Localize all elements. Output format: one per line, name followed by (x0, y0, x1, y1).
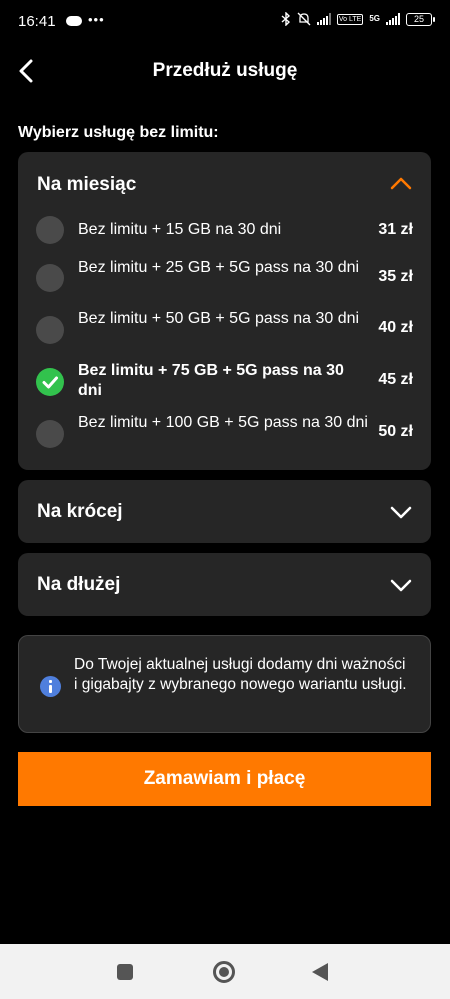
more-notifications-icon: ••• (88, 12, 105, 27)
chevron-down-icon (390, 579, 412, 592)
accordion-monthly-header[interactable]: Na miesiąc (18, 152, 431, 216)
system-nav-bar (0, 944, 450, 999)
option-label: Bez limitu + 15 GB na 30 dni (78, 221, 282, 238)
option-price: 31 zł (378, 221, 413, 238)
option-price: 50 zł (378, 423, 413, 440)
check-icon (42, 376, 58, 389)
option-50gb[interactable]: Bez limitu + 50 GB + 5G pass na 30 dni 4… (18, 308, 431, 352)
radio-button[interactable] (36, 420, 64, 448)
option-price: 35 zł (378, 268, 413, 285)
radio-button[interactable] (36, 216, 64, 244)
accordion-shorter[interactable]: Na krócej (18, 480, 431, 543)
cloud-icon (66, 15, 82, 26)
status-time: 16:41 (18, 13, 56, 30)
battery-icon: 25 (406, 12, 435, 26)
chevron-down-icon (390, 506, 412, 519)
option-25gb[interactable]: Bez limitu + 25 GB + 5G pass na 30 dni 3… (18, 256, 431, 300)
home-icon[interactable] (213, 961, 235, 983)
option-label: Bez limitu + 100 GB + 5G pass na 30 dni (78, 414, 368, 431)
option-100gb[interactable]: Bez limitu + 100 GB + 5G pass na 30 dni … (18, 412, 431, 456)
accordion-monthly-title: Na miesiąc (37, 174, 137, 195)
option-price: 45 zł (378, 371, 413, 388)
accordion-longer[interactable]: Na dłużej (18, 553, 431, 616)
info-text: Do Twojej aktualnej usługi dodamy dni wa… (74, 656, 407, 693)
signal-icon (316, 13, 331, 25)
recent-apps-icon[interactable] (117, 964, 133, 980)
bluetooth-icon (281, 12, 290, 26)
option-label: Bez limitu + 75 GB + 5G pass na 30 dni (78, 362, 344, 399)
option-75gb[interactable]: Bez limitu + 75 GB + 5G pass na 30 dni 4… (18, 360, 431, 404)
radio-button[interactable] (36, 316, 64, 344)
radio-button[interactable] (36, 264, 64, 292)
chevron-up-icon (390, 177, 412, 190)
mute-bell-icon (297, 12, 311, 26)
screen: 16:41 ••• Vo LTE 5G 25 Przedłuż usługę W… (0, 0, 450, 999)
volte-badge: Vo LTE (336, 13, 364, 25)
status-right-icons: Vo LTE 5G 25 (281, 12, 435, 26)
option-15gb[interactable]: Bez limitu + 15 GB na 30 dni 31 zł (18, 216, 431, 256)
accordion-longer-title: Na dłużej (37, 574, 121, 595)
info-icon (40, 676, 61, 697)
option-price: 40 zł (378, 319, 413, 336)
radio-button-checked[interactable] (36, 368, 64, 396)
signal-2-icon (386, 13, 400, 25)
info-box: Do Twojej aktualnej usługi dodamy dni wa… (18, 635, 431, 733)
option-label: Bez limitu + 50 GB + 5G pass na 30 dni (78, 310, 360, 327)
option-label: Bez limitu + 25 GB + 5G pass na 30 dni (78, 259, 360, 276)
accordion-monthly: Na miesiąc Bez limitu + 15 GB na 30 dni … (18, 152, 431, 470)
section-label: Wybierz usługę bez limitu: (18, 124, 219, 141)
network-type: 5G (369, 14, 380, 23)
status-left-icons: ••• (66, 12, 105, 27)
back-triangle-icon[interactable] (312, 963, 328, 981)
page-title: Przedłuż usługę (152, 60, 298, 81)
order-and-pay-button[interactable]: Zamawiam i płacę (18, 752, 431, 806)
accordion-shorter-title: Na krócej (37, 501, 123, 522)
status-bar: 16:41 ••• Vo LTE 5G 25 (0, 0, 450, 44)
